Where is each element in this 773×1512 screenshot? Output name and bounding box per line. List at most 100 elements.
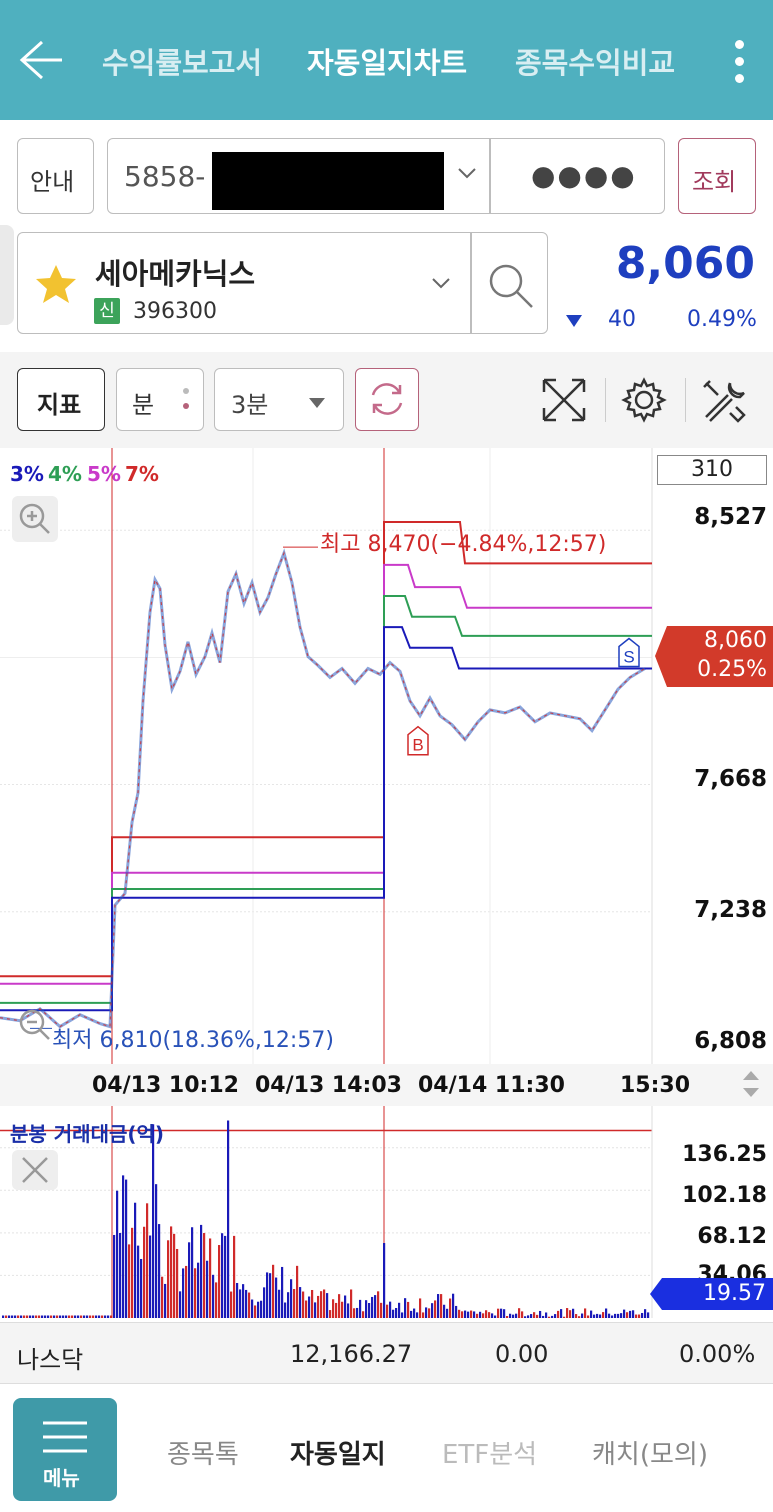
volume-bar xyxy=(65,1315,68,1318)
guide-button[interactable]: 안내 xyxy=(17,138,94,214)
account-select[interactable]: 5858- ●●●● xyxy=(107,138,665,214)
volume-bar xyxy=(260,1300,263,1318)
volume-bar xyxy=(161,1276,164,1318)
volume-bar xyxy=(626,1312,629,1318)
menu-button[interactable]: 메뉴 xyxy=(13,1398,117,1501)
volume-bar xyxy=(44,1315,47,1318)
x-tick-label: 04/14 11:30 xyxy=(418,1073,565,1098)
volume-bar xyxy=(638,1314,641,1318)
volume-bar xyxy=(515,1313,518,1318)
index-change: 0.00 xyxy=(495,1340,549,1368)
volume-bar xyxy=(29,1315,32,1318)
period-select[interactable]: 분 xyxy=(116,368,204,431)
volume-bar xyxy=(284,1302,287,1318)
interval-select[interactable]: 3분 xyxy=(214,368,344,431)
nav-item-etf-analysis[interactable]: ETF분석 xyxy=(442,1434,537,1471)
volume-bar xyxy=(506,1315,509,1318)
y-tick-label: 6,808 xyxy=(694,1028,767,1054)
zoom-out-icon[interactable] xyxy=(14,1004,54,1048)
nav-item-catch-mock[interactable]: 캐치(모의) xyxy=(592,1434,708,1471)
volume-bar xyxy=(410,1310,413,1318)
star-icon[interactable] xyxy=(34,263,78,309)
volume-bar xyxy=(323,1289,326,1318)
volume-bar xyxy=(332,1299,335,1318)
tools-icon[interactable] xyxy=(700,377,748,427)
close-icon[interactable] xyxy=(12,1150,58,1190)
volume-chart[interactable]: 분봉 거래대금(억) 136.25 102.18 68.12 34.06 19.… xyxy=(0,1106,773,1318)
volume-bar xyxy=(176,1248,179,1318)
price-change: 40 xyxy=(608,307,636,332)
volume-bar xyxy=(233,1235,236,1318)
target-line-7pct xyxy=(0,521,652,978)
resize-updown-icon[interactable] xyxy=(740,1068,762,1104)
query-label: 조회 xyxy=(692,168,737,196)
volume-bar xyxy=(203,1233,206,1318)
volume-bar xyxy=(446,1308,449,1318)
y-tick-label: 7,668 xyxy=(694,766,767,792)
volume-bar xyxy=(551,1315,554,1318)
volume-bar xyxy=(11,1315,14,1318)
candle-count-box[interactable]: 310 xyxy=(657,455,767,485)
volume-bar xyxy=(68,1315,71,1318)
volume-bar xyxy=(602,1312,605,1318)
volume-bar xyxy=(362,1311,365,1318)
volume-bar xyxy=(557,1310,560,1318)
password-field[interactable]: ●●●● xyxy=(531,159,637,192)
nav-item-stock-talk[interactable]: 종목톡 xyxy=(167,1434,239,1471)
volume-bar xyxy=(341,1301,344,1318)
volume-bar xyxy=(185,1265,188,1318)
volume-bar xyxy=(599,1314,602,1318)
volume-bar xyxy=(593,1314,596,1318)
stock-selector[interactable]: 세아메카닉스 신 396300 xyxy=(17,232,548,334)
volume-bar xyxy=(539,1310,542,1318)
volume-bar xyxy=(419,1298,422,1318)
refresh-button[interactable] xyxy=(355,368,419,431)
volume-bar xyxy=(380,1302,383,1318)
volume-bar xyxy=(119,1232,122,1318)
volume-bar xyxy=(620,1313,623,1318)
volume-bar xyxy=(641,1312,644,1318)
volume-bar xyxy=(482,1313,485,1318)
volume-bar xyxy=(200,1224,203,1318)
side-drawer-handle[interactable] xyxy=(0,225,14,325)
volume-bar xyxy=(425,1307,428,1318)
volume-bar xyxy=(644,1309,647,1318)
index-bar[interactable]: 나스닥 12,166.27 0.00 0.00% xyxy=(0,1322,773,1383)
current-price: 8,060 xyxy=(615,238,755,289)
gear-icon[interactable] xyxy=(621,377,667,427)
volume-bar xyxy=(500,1308,503,1318)
volume-bar xyxy=(356,1307,359,1318)
volume-bar xyxy=(566,1308,569,1318)
zoom-in-icon[interactable] xyxy=(12,496,58,542)
tab-stock-profit-compare[interactable]: 종목수익비교 xyxy=(515,40,675,82)
volume-bar xyxy=(554,1314,557,1318)
price-chart[interactable]: B S 3% 4% 5% 7% 310 최고 8,470(−4.84%,12:57… xyxy=(0,448,773,1064)
volume-bar xyxy=(149,1235,152,1318)
nav-item-auto-journal[interactable]: 자동일지 xyxy=(290,1434,386,1471)
volume-bar xyxy=(212,1274,215,1318)
volume-bar xyxy=(344,1295,347,1318)
indicator-button[interactable]: 지표 xyxy=(17,368,105,431)
expand-icon[interactable] xyxy=(540,376,588,428)
volume-bar xyxy=(329,1310,332,1318)
volume-bar xyxy=(629,1310,632,1318)
more-vertical-icon[interactable] xyxy=(724,36,754,86)
volume-bar xyxy=(293,1288,296,1318)
volume-bar xyxy=(281,1266,284,1318)
volume-bar xyxy=(584,1308,587,1318)
candle-trace-up xyxy=(0,551,646,1028)
volume-bar xyxy=(257,1301,260,1318)
tab-profit-report[interactable]: 수익률보고서 xyxy=(102,40,262,82)
volume-bar xyxy=(617,1313,620,1318)
volume-bar xyxy=(581,1313,584,1318)
volume-bar xyxy=(533,1312,536,1318)
stock-code: 396300 xyxy=(133,299,217,324)
back-arrow-icon[interactable] xyxy=(18,38,66,82)
tab-auto-journal-chart[interactable]: 자동일지차트 xyxy=(307,40,467,82)
query-button[interactable]: 조회 xyxy=(678,138,756,214)
volume-bar xyxy=(128,1244,131,1318)
search-icon[interactable] xyxy=(486,261,536,315)
candle-trace xyxy=(0,548,646,1029)
volume-bar xyxy=(131,1227,134,1318)
volume-bar xyxy=(434,1300,437,1318)
